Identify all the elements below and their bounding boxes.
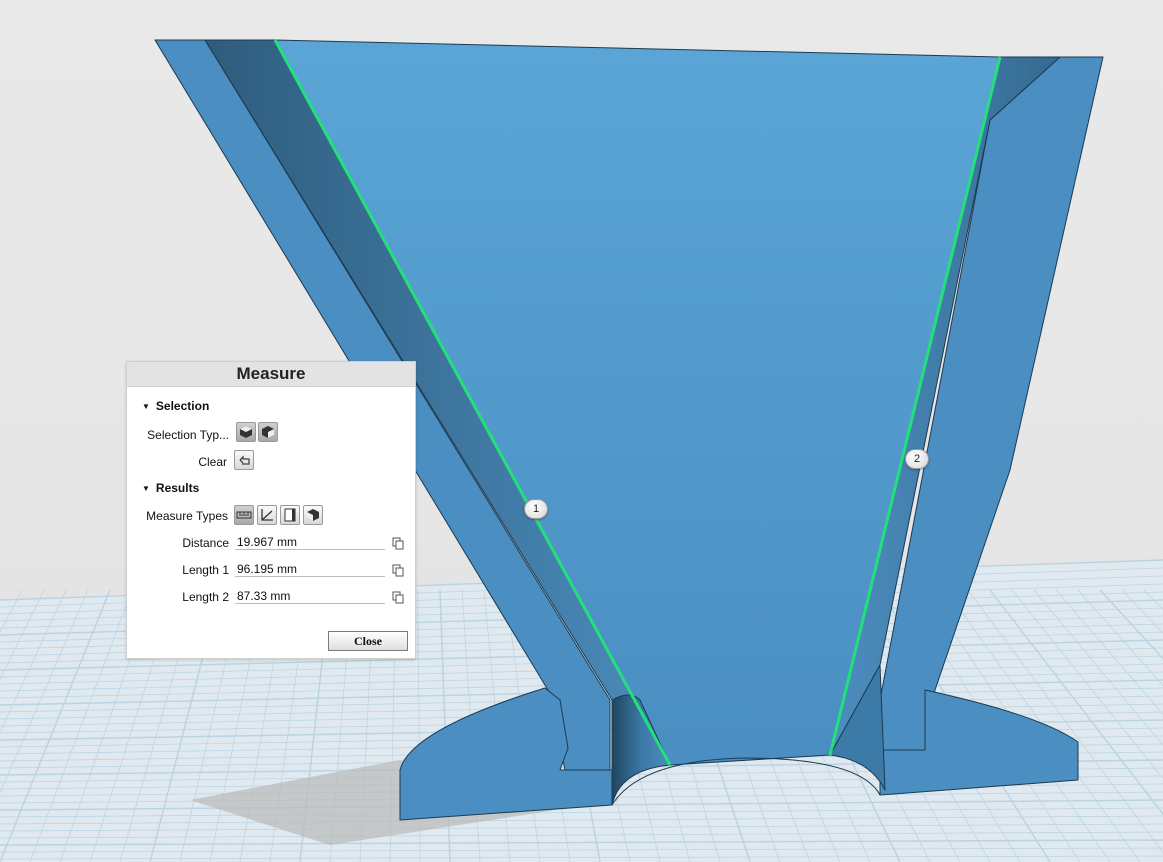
distance-icon[interactable]: [234, 505, 254, 525]
face-select-icon[interactable]: [258, 422, 278, 442]
results-section-label: Results: [155, 481, 200, 495]
collapse-triangle-icon: ▼: [142, 484, 150, 493]
result-label-length-2: Length 2: [182, 590, 229, 604]
collapse-triangle-icon: ▼: [142, 402, 150, 411]
area-icon[interactable]: [280, 505, 300, 525]
length-1-value-field[interactable]: 96.195 mm: [235, 561, 385, 577]
copy-icon[interactable]: [392, 591, 404, 604]
edge-2-marker[interactable]: 2: [905, 449, 929, 469]
selection-section-toggle[interactable]: ▼ Selection: [142, 399, 209, 413]
clear-selection-icon[interactable]: [234, 450, 254, 470]
volume-icon[interactable]: [303, 505, 323, 525]
panel-title: Measure: [127, 362, 415, 387]
copy-icon[interactable]: [392, 564, 404, 577]
result-label-distance: Distance: [182, 536, 229, 550]
length-2-value-field[interactable]: 87.33 mm: [235, 588, 385, 604]
angle-icon[interactable]: [257, 505, 277, 525]
results-section-toggle[interactable]: ▼ Results: [142, 481, 199, 495]
measure-panel: Measure ▼ Selection Selection Typ... Clea…: [126, 361, 416, 659]
result-label-length-1: Length 1: [182, 563, 229, 577]
selection-type-label: Selection Typ...: [147, 428, 229, 442]
clear-label: Clear: [198, 455, 227, 469]
close-button[interactable]: Close: [328, 631, 408, 651]
solid-select-icon[interactable]: [236, 422, 256, 442]
copy-icon[interactable]: [392, 537, 404, 550]
selection-section-label: Selection: [155, 399, 210, 413]
edge-1-marker[interactable]: 1: [524, 499, 548, 519]
distance-value-field[interactable]: 19.967 mm: [235, 534, 385, 550]
measure-types-label: Measure Types: [146, 509, 228, 523]
